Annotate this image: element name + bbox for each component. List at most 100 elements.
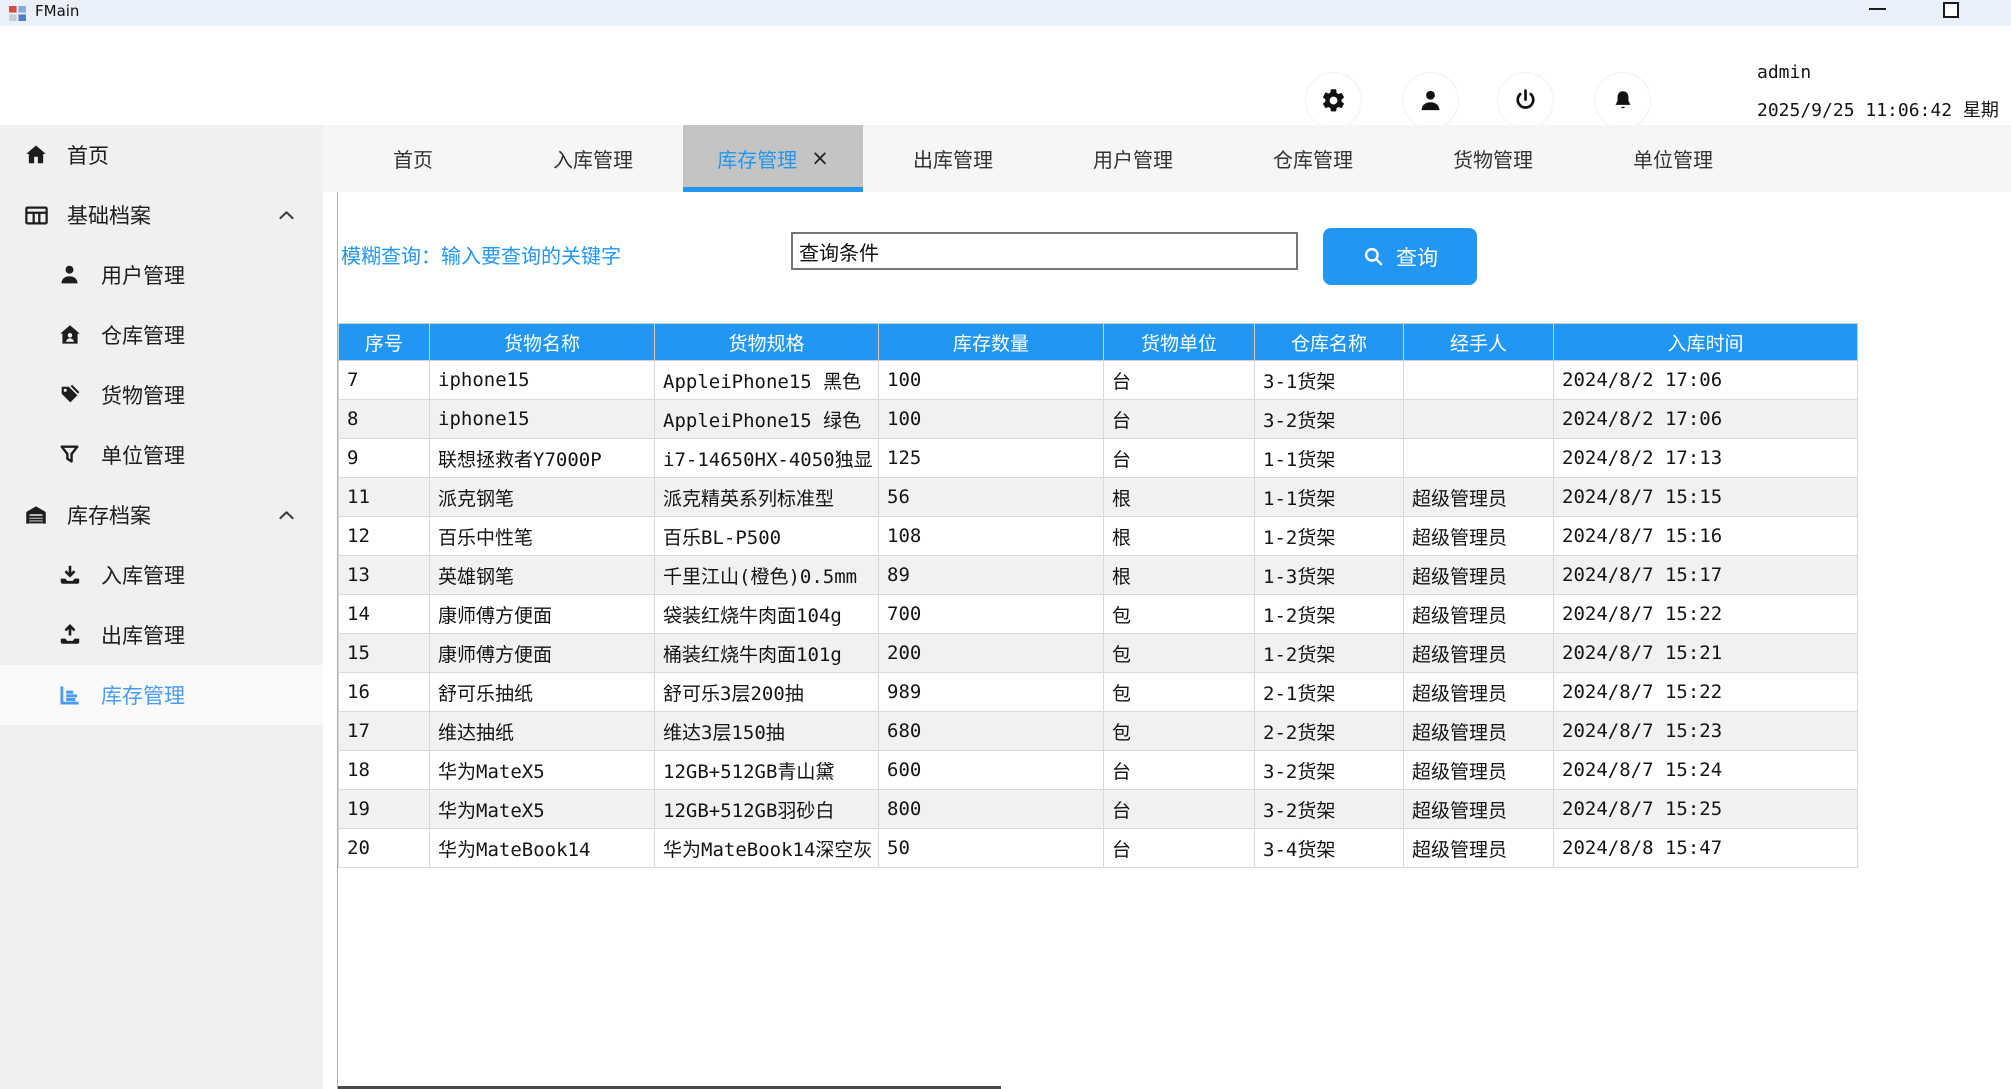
table-cell[interactable]: 超级管理员 [1404,829,1554,868]
table-cell[interactable]: 2024/8/8 15:47 [1554,829,1858,868]
table-cell[interactable]: 百乐中性笔 [430,517,655,556]
table-cell[interactable]: 1-1货架 [1255,478,1404,517]
table-cell[interactable]: 1-1货架 [1255,439,1404,478]
table-cell[interactable]: 108 [879,517,1104,556]
table-cell[interactable]: AppleiPhone15 绿色 [655,400,879,439]
column-header-6[interactable]: 经手人 [1404,324,1554,361]
table-cell[interactable]: 12 [339,517,430,556]
table-cell[interactable]: iphone15 [430,361,655,400]
table-cell[interactable]: 1-2货架 [1255,517,1404,556]
table-cell[interactable]: 根 [1104,556,1255,595]
table-cell[interactable]: 包 [1104,712,1255,751]
table-cell[interactable]: 14 [339,595,430,634]
table-cell[interactable]: 舒可乐3层200抽 [655,673,879,712]
table-row[interactable]: 17维达抽纸维达3层150抽680包2-2货架超级管理员2024/8/7 15:… [339,712,1858,751]
table-cell[interactable]: 2024/8/7 15:15 [1554,478,1858,517]
table-cell[interactable]: 维达抽纸 [430,712,655,751]
table-cell[interactable]: 台 [1104,829,1255,868]
table-cell[interactable]: 康师傅方便面 [430,634,655,673]
table-cell[interactable]: 超级管理员 [1404,634,1554,673]
table-cell[interactable]: 台 [1104,439,1255,478]
column-header-3[interactable]: 库存数量 [879,324,1104,361]
table-cell[interactable]: 3-4货架 [1255,829,1404,868]
table-row[interactable]: 18华为MateX512GB+512GB青山黛600台3-2货架超级管理员202… [339,751,1858,790]
table-cell[interactable]: 台 [1104,751,1255,790]
sidebar-item-warehouse-mgmt[interactable]: 仓库管理 [0,305,323,365]
table-cell[interactable]: 1-3货架 [1255,556,1404,595]
table-cell[interactable]: 超级管理员 [1404,790,1554,829]
table-cell[interactable]: 50 [879,829,1104,868]
tab-outbound-mgmt[interactable]: 出库管理 [863,125,1043,192]
table-row[interactable]: 19华为MateX512GB+512GB羽砂白800台3-2货架超级管理员202… [339,790,1858,829]
minimize-button[interactable] [1860,0,1894,24]
notifications-button[interactable] [1594,72,1651,129]
table-cell[interactable]: 维达3层150抽 [655,712,879,751]
sidebar-item-inventory-mgmt[interactable]: 库存管理 [0,665,323,725]
sidebar-item-inventory-archive[interactable]: 库存档案 [0,485,323,545]
table-cell[interactable]: 2024/8/7 15:24 [1554,751,1858,790]
table-cell[interactable]: AppleiPhone15 黑色 [655,361,879,400]
table-cell[interactable]: 派克精英系列标准型 [655,478,879,517]
table-cell[interactable]: 2024/8/7 15:16 [1554,517,1858,556]
sidebar-item-user-mgmt[interactable]: 用户管理 [0,245,323,305]
table-row[interactable]: 9联想拯救者Y7000Pi7-14650HX-4050独显125台1-1货架20… [339,439,1858,478]
table-cell[interactable]: 2-2货架 [1255,712,1404,751]
table-cell[interactable]: 100 [879,361,1104,400]
table-cell[interactable]: 17 [339,712,430,751]
tab-goods-mgmt[interactable]: 货物管理 [1403,125,1583,192]
table-cell[interactable]: 2024/8/7 15:21 [1554,634,1858,673]
table-cell[interactable]: 7 [339,361,430,400]
table-cell[interactable]: 超级管理员 [1404,595,1554,634]
table-cell[interactable]: 包 [1104,595,1255,634]
table-cell[interactable]: 9 [339,439,430,478]
tab-inventory-mgmt[interactable]: 库存管理× [683,125,863,192]
table-cell[interactable]: 台 [1104,361,1255,400]
table-cell[interactable]: 2024/8/7 15:22 [1554,673,1858,712]
table-cell[interactable] [1404,400,1554,439]
table-cell[interactable]: 超级管理员 [1404,673,1554,712]
table-row[interactable]: 16舒可乐抽纸舒可乐3层200抽989包2-1货架超级管理员2024/8/7 1… [339,673,1858,712]
table-cell[interactable]: 华为MateX5 [430,790,655,829]
table-cell[interactable]: 台 [1104,790,1255,829]
table-cell[interactable]: 1-2货架 [1255,595,1404,634]
tab-inbound-mgmt[interactable]: 入库管理 [503,125,683,192]
table-cell[interactable]: 56 [879,478,1104,517]
table-cell[interactable]: 800 [879,790,1104,829]
table-cell[interactable]: 2024/8/2 17:06 [1554,361,1858,400]
table-cell[interactable]: 989 [879,673,1104,712]
table-cell[interactable]: 3-2货架 [1255,790,1404,829]
table-cell[interactable]: 根 [1104,478,1255,517]
table-row[interactable]: 14康师傅方便面袋装红烧牛肉面104g700包1-2货架超级管理员2024/8/… [339,595,1858,634]
table-cell[interactable]: 2024/8/7 15:23 [1554,712,1858,751]
table-cell[interactable]: 2024/8/7 15:22 [1554,595,1858,634]
table-cell[interactable]: 700 [879,595,1104,634]
table-row[interactable]: 7iphone15AppleiPhone15 黑色100台3-1货架2024/8… [339,361,1858,400]
table-cell[interactable]: 桶装红烧牛肉面101g [655,634,879,673]
table-cell[interactable]: 超级管理员 [1404,478,1554,517]
table-cell[interactable]: 3-2货架 [1255,751,1404,790]
tab-unit-mgmt[interactable]: 单位管理 [1583,125,1763,192]
table-cell[interactable]: 18 [339,751,430,790]
search-input[interactable] [791,232,1298,270]
table-cell[interactable]: 包 [1104,673,1255,712]
table-cell[interactable]: iphone15 [430,400,655,439]
table-row[interactable]: 8iphone15AppleiPhone15 绿色100台3-2货架2024/8… [339,400,1858,439]
table-cell[interactable]: 2-1货架 [1255,673,1404,712]
table-cell[interactable]: 3-2货架 [1255,400,1404,439]
table-cell[interactable]: 125 [879,439,1104,478]
table-cell[interactable]: 华为MateBook14深空灰 [655,829,879,868]
sidebar-item-basic-archive[interactable]: 基础档案 [0,185,323,245]
table-cell[interactable]: 华为MateX5 [430,751,655,790]
column-header-4[interactable]: 货物单位 [1104,324,1255,361]
table-cell[interactable]: 舒可乐抽纸 [430,673,655,712]
table-cell[interactable]: 8 [339,400,430,439]
column-header-5[interactable]: 仓库名称 [1255,324,1404,361]
table-cell[interactable]: 超级管理员 [1404,556,1554,595]
table-cell[interactable]: 100 [879,400,1104,439]
tab-close-icon[interactable]: × [811,148,829,169]
sidebar-item-goods-mgmt[interactable]: 货物管理 [0,365,323,425]
column-header-0[interactable]: 序号 [339,324,430,361]
table-cell[interactable]: 16 [339,673,430,712]
sidebar-item-outbound-mgmt[interactable]: 出库管理 [0,605,323,665]
table-cell[interactable]: 联想拯救者Y7000P [430,439,655,478]
